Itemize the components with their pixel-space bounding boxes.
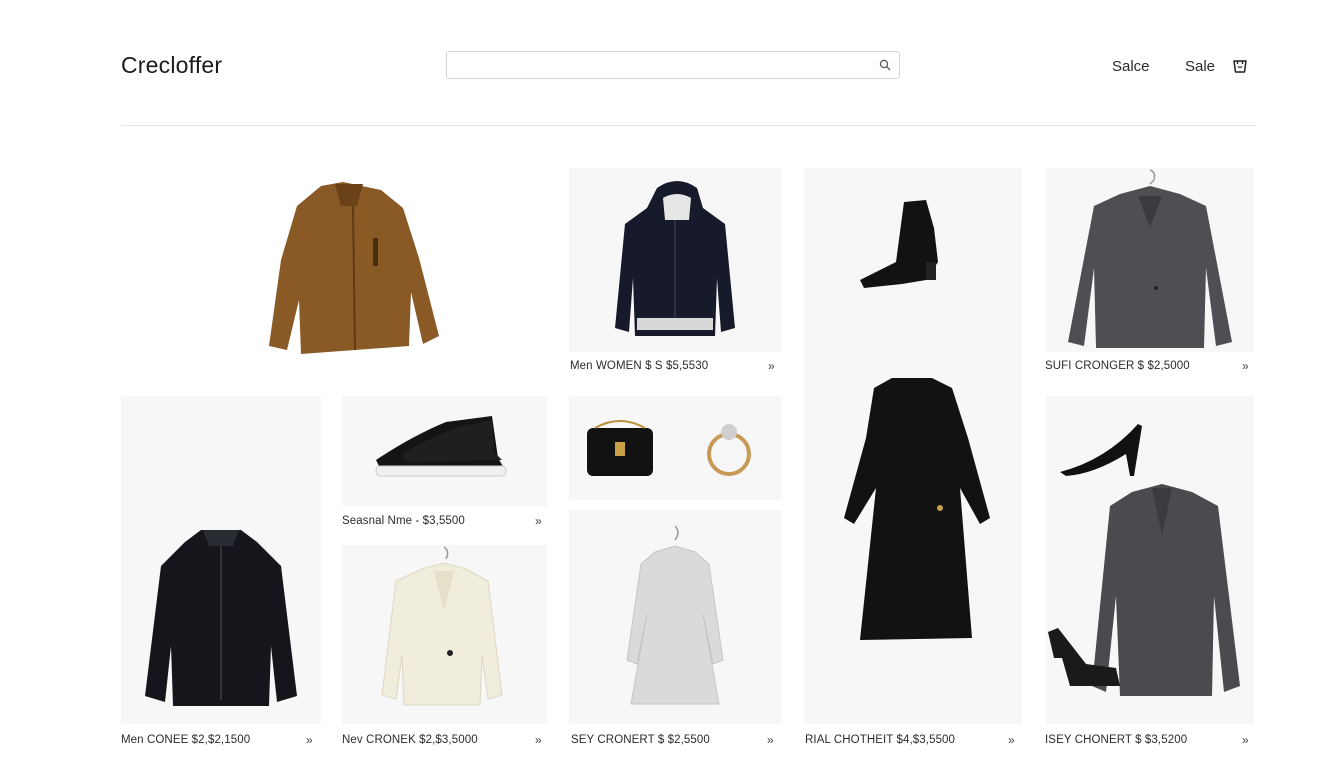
search-bar[interactable] xyxy=(446,51,900,79)
product-caption[interactable]: SUFI CRONGER $ $2,5000 xyxy=(1045,360,1190,372)
lace-dress-image xyxy=(626,525,724,705)
hooded-jacket-image xyxy=(615,181,735,336)
site-logo[interactable]: Crecloffer xyxy=(121,52,222,79)
search-icon[interactable] xyxy=(879,59,891,71)
more-arrow-icon[interactable]: » xyxy=(535,733,542,747)
product-image-sneakers[interactable] xyxy=(342,396,547,506)
search-input[interactable] xyxy=(447,52,867,78)
product-caption[interactable]: ISEY CHONERT $ $3,5200 xyxy=(1045,734,1187,746)
product-image-brown-jacket[interactable] xyxy=(121,168,547,380)
product-image-lace-dress[interactable] xyxy=(569,510,781,724)
nav-link-salce[interactable]: Salce xyxy=(1112,58,1150,75)
brown-jacket-image xyxy=(269,182,439,354)
product-caption[interactable]: Nev CRONEK $2,$3,5000 xyxy=(342,734,478,746)
product-image-bag-ring[interactable] xyxy=(569,396,781,500)
product-caption[interactable]: Men CONEE $2,$2,1500 xyxy=(121,734,250,746)
more-arrow-icon[interactable]: » xyxy=(768,359,775,373)
black-bomber-image xyxy=(145,530,297,706)
more-arrow-icon[interactable]: » xyxy=(535,514,542,528)
cream-blazer-image xyxy=(381,546,503,706)
header-divider xyxy=(121,125,1256,126)
product-caption[interactable]: SEY CRONERT $ $2,5500 xyxy=(571,734,710,746)
more-arrow-icon[interactable]: » xyxy=(1008,733,1015,747)
product-image-grey-coat[interactable] xyxy=(1046,396,1254,724)
product-image-black-bomber[interactable] xyxy=(121,396,321,724)
shopping-bag-icon[interactable] xyxy=(1231,57,1249,75)
more-arrow-icon[interactable]: » xyxy=(306,733,313,747)
more-arrow-icon[interactable]: » xyxy=(1242,733,1249,747)
product-image-cream-blazer[interactable] xyxy=(342,545,547,724)
product-image-hooded-jacket[interactable] xyxy=(569,168,781,352)
product-image-grey-blazer[interactable] xyxy=(1046,168,1254,352)
handbag-ring-image xyxy=(587,420,751,476)
black-dress-image xyxy=(844,200,990,640)
product-caption[interactable]: Seasnal Nme - $3,5500 xyxy=(342,515,465,527)
grey-coat-image xyxy=(1048,424,1240,696)
product-caption[interactable]: Men WOMEN $ S $5,5530 xyxy=(570,360,708,372)
grey-blazer-image xyxy=(1068,169,1232,348)
more-arrow-icon[interactable]: » xyxy=(767,733,774,747)
more-arrow-icon[interactable]: » xyxy=(1242,359,1249,373)
nav-link-sale[interactable]: Sale xyxy=(1185,58,1215,75)
product-image-black-dress[interactable] xyxy=(804,168,1022,724)
product-caption[interactable]: RIAL CHOTHEIT $4,$3,5500 xyxy=(805,734,955,746)
sneakers-image xyxy=(375,416,507,477)
